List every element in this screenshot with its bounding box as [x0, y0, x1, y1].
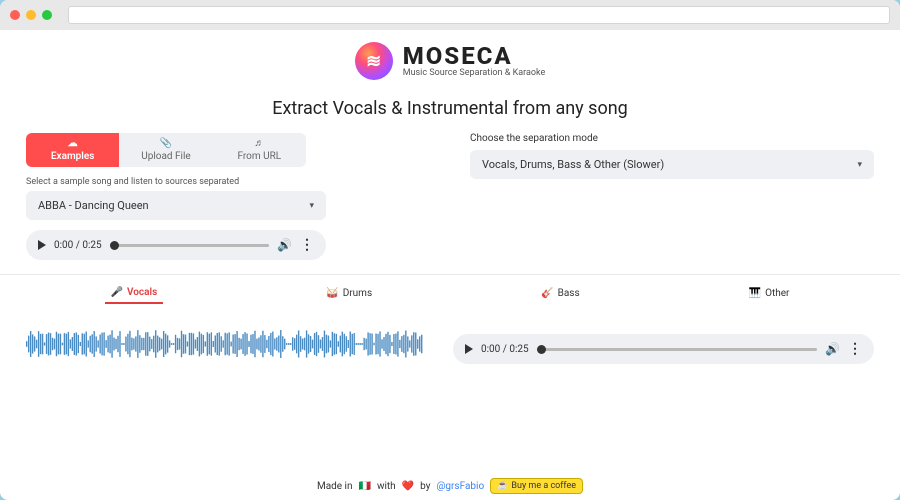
tab-label: Drums	[343, 288, 372, 299]
footer-text: by	[420, 481, 430, 492]
waveform-row: 0:00 / 0:25 🔊 ⋮	[26, 316, 874, 372]
keyboard-icon: 🎹	[749, 288, 761, 299]
tab-label: Bass	[558, 288, 580, 299]
buy-me-coffee-button[interactable]: ☕ Buy me a coffee	[490, 478, 583, 494]
drum-icon: 🥁	[326, 288, 338, 299]
mode-label: Choose the separation mode	[470, 133, 874, 144]
tab-label: Upload File	[141, 151, 191, 162]
more-options-icon[interactable]: ⋮	[848, 341, 862, 357]
tab-vocals[interactable]: 🎤 Vocals	[105, 283, 164, 304]
tab-label: Vocals	[127, 287, 157, 298]
sample-song-select[interactable]: ABBA - Dancing Queen ▾	[26, 191, 326, 220]
brand-header: ≋ MOSECA Music Source Separation & Karao…	[26, 42, 874, 80]
tab-other[interactable]: 🎹 Other	[743, 283, 796, 304]
tab-upload-file[interactable]: 📎 Upload File	[119, 133, 212, 167]
controls-row: ☁ Examples 📎 Upload File ♬ From URL Sele…	[26, 133, 874, 260]
volume-icon[interactable]: 🔊	[825, 342, 840, 356]
brand-text: MOSECA Music Source Separation & Karaoke	[403, 44, 546, 78]
left-column: ☁ Examples 📎 Upload File ♬ From URL Sele…	[26, 133, 430, 260]
mic-icon: 🎤	[111, 287, 123, 298]
play-button[interactable]	[38, 240, 46, 250]
separation-mode-select[interactable]: Vocals, Drums, Bass & Other (Slower) ▾	[470, 150, 874, 179]
bmc-label: Buy me a coffee	[511, 481, 576, 491]
divider	[0, 274, 900, 275]
close-window-icon[interactable]	[10, 10, 20, 20]
music-note-icon: ♬	[254, 139, 264, 149]
address-bar[interactable]	[68, 6, 890, 24]
brand-name: MOSECA	[403, 44, 546, 68]
footer: Made in 🇮🇹 with ❤️ by @grsFabio ☕ Buy me…	[26, 472, 874, 496]
brand-tagline: Music Source Separation & Karaoke	[403, 68, 546, 78]
tab-label: Other	[765, 288, 789, 299]
flag-icon: 🇮🇹	[359, 481, 371, 492]
footer-text: with	[377, 481, 396, 492]
tab-label: Examples	[51, 151, 95, 162]
guitar-icon: 🎸	[541, 288, 553, 299]
select-value: Vocals, Drums, Bass & Other (Slower)	[482, 158, 664, 171]
play-button[interactable]	[465, 344, 473, 354]
tab-label: From URL	[237, 151, 281, 162]
chevron-down-icon: ▾	[309, 201, 314, 211]
tab-from-url[interactable]: ♬ From URL	[213, 133, 306, 167]
author-link[interactable]: @grsFabio	[436, 481, 484, 492]
coffee-icon: ☕	[497, 481, 508, 491]
tab-examples[interactable]: ☁ Examples	[26, 133, 119, 167]
more-options-icon[interactable]: ⋮	[300, 237, 314, 253]
cloud-icon: ☁	[68, 139, 78, 149]
chevron-down-icon: ▾	[857, 160, 862, 170]
logo-badge-icon: ≋	[355, 42, 393, 80]
waveform-display	[26, 316, 423, 372]
time-display: 0:00 / 0:25	[481, 344, 529, 355]
time-display: 0:00 / 0:25	[54, 240, 102, 251]
page-title: Extract Vocals & Instrumental from any s…	[26, 98, 874, 119]
seek-bar[interactable]	[110, 244, 269, 247]
page-content: ≋ MOSECA Music Source Separation & Karao…	[0, 30, 900, 500]
select-value: ABBA - Dancing Queen	[38, 199, 149, 212]
sample-hint: Select a sample song and listen to sourc…	[26, 177, 430, 187]
tab-bass[interactable]: 🎸 Bass	[535, 283, 585, 304]
source-track-tabs: 🎤 Vocals 🥁 Drums 🎸 Bass 🎹 Other	[26, 283, 874, 304]
right-column: Choose the separation mode Vocals, Drums…	[470, 133, 874, 260]
attachment-icon: 📎	[160, 139, 172, 149]
heart-icon: ❤️	[402, 481, 414, 492]
separated-audio-player: 0:00 / 0:25 🔊 ⋮	[453, 334, 874, 364]
app-window: ≋ MOSECA Music Source Separation & Karao…	[0, 0, 900, 500]
minimize-window-icon[interactable]	[26, 10, 36, 20]
seek-bar[interactable]	[537, 348, 817, 351]
window-titlebar	[0, 0, 900, 30]
footer-text: Made in	[317, 481, 353, 492]
input-source-tabs: ☁ Examples 📎 Upload File ♬ From URL	[26, 133, 306, 167]
maximize-window-icon[interactable]	[42, 10, 52, 20]
volume-icon[interactable]: 🔊	[277, 238, 292, 252]
original-audio-player: 0:00 / 0:25 🔊 ⋮	[26, 230, 326, 260]
tab-drums[interactable]: 🥁 Drums	[320, 283, 378, 304]
